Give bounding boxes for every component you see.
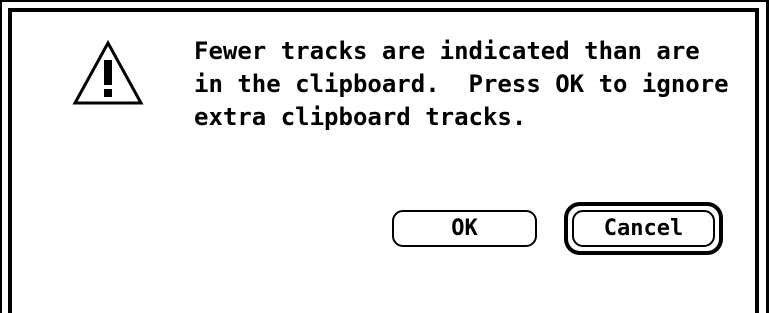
ok-button[interactable]: OK (392, 210, 537, 247)
caution-triangle-icon (72, 40, 144, 105)
alert-dialog-page: Fewer tracks are indicated than are in t… (0, 0, 769, 313)
cancel-button[interactable]: Cancel (572, 210, 715, 247)
message-line: Fewer tracks are indicated than are (194, 37, 700, 65)
alert-message: Fewer tracks are indicated than are in t… (194, 35, 729, 134)
message-line: extra clipboard tracks. (194, 103, 527, 131)
message-line: in the clipboard. Press OK to ignore (194, 70, 729, 98)
